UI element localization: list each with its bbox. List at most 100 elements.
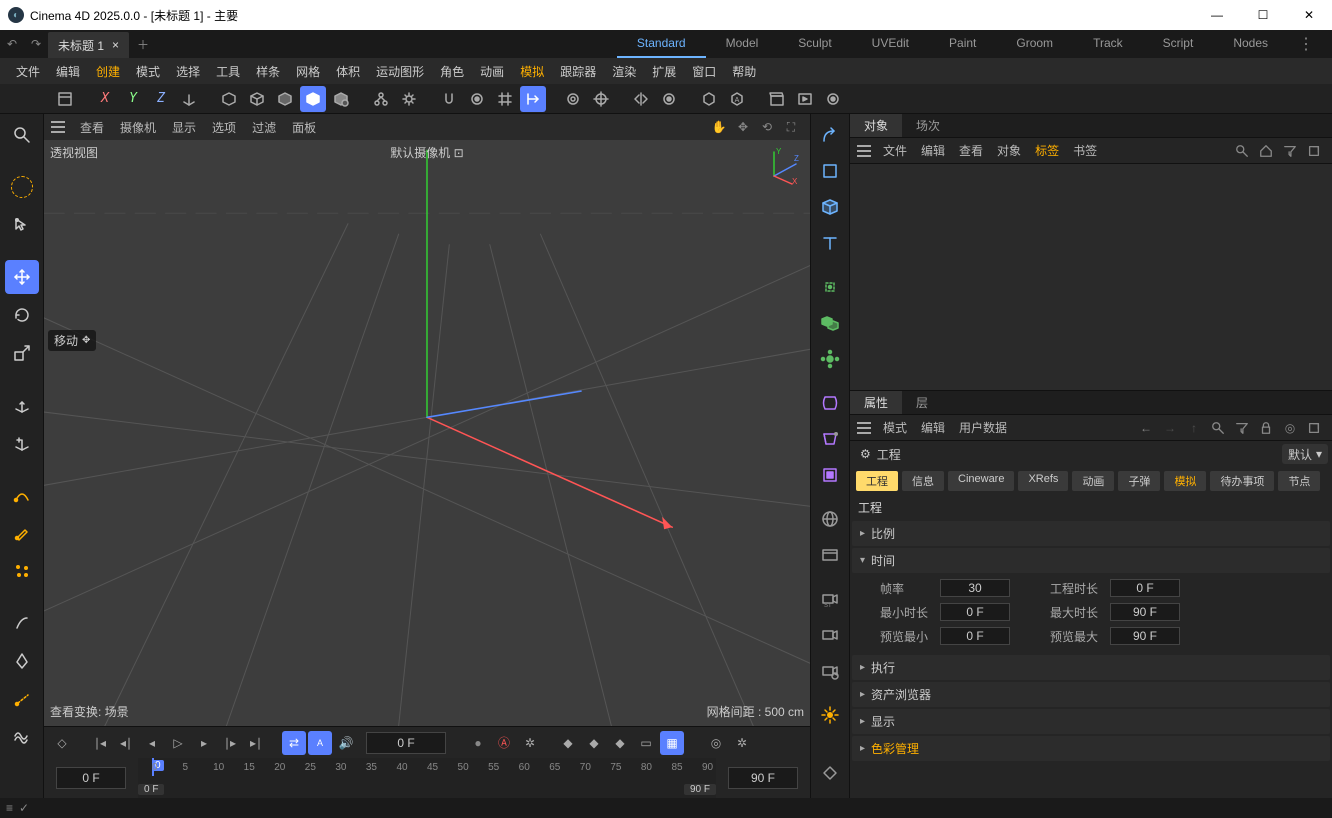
axis-z-button[interactable]: Z — [148, 86, 174, 112]
viewport-hamburger-icon[interactable] — [48, 121, 68, 133]
document-tab[interactable]: 未标题 1 × — [48, 32, 129, 58]
view-expand-icon[interactable]: ⛶ — [782, 120, 800, 135]
menu-角色[interactable]: 角色 — [432, 58, 472, 84]
select-tool[interactable] — [5, 170, 39, 204]
attr-tab-属性[interactable]: 属性 — [850, 391, 902, 414]
move-tool[interactable] — [5, 260, 39, 294]
sound-button[interactable]: 🔊 — [334, 731, 358, 755]
section-color[interactable]: ▸色彩管理 — [852, 736, 1330, 761]
menu-编辑[interactable]: 编辑 — [48, 58, 88, 84]
menu-样条[interactable]: 样条 — [248, 58, 288, 84]
cursor-settings-tool[interactable] — [5, 208, 39, 242]
obj-tb-编辑[interactable]: 编辑 — [914, 142, 952, 159]
vp-menu-查看[interactable]: 查看 — [72, 119, 112, 136]
light-palette-icon[interactable] — [814, 698, 846, 732]
vp-menu-过滤[interactable]: 过滤 — [244, 119, 284, 136]
layout-tab-track[interactable]: Track — [1073, 30, 1143, 58]
layout-tab-sculpt[interactable]: Sculpt — [778, 30, 851, 58]
attr-tb-编辑[interactable]: 编辑 — [914, 419, 952, 436]
tl-target-button[interactable]: ◎ — [704, 731, 728, 755]
key-pos-button[interactable]: ◆ — [556, 731, 580, 755]
axis-x-button[interactable]: X — [92, 86, 118, 112]
obj-tb-书签[interactable]: 书签 — [1066, 142, 1104, 159]
wave-tool[interactable] — [5, 720, 39, 754]
menu-跟踪器[interactable]: 跟踪器 — [552, 58, 604, 84]
section-browser[interactable]: ▸资产浏览器 — [852, 682, 1330, 707]
camera3-icon[interactable] — [814, 654, 846, 688]
section-time[interactable]: ▾时间 — [852, 548, 1330, 573]
autosnap-button[interactable]: A — [308, 731, 332, 755]
obj-tb-文件[interactable]: 文件 — [876, 142, 914, 159]
window-minimize-button[interactable]: ― — [1194, 0, 1240, 30]
play-icon[interactable] — [792, 86, 818, 112]
key-opt2-button[interactable]: ▦ — [660, 731, 684, 755]
camera2-icon[interactable] — [814, 618, 846, 652]
gear3-icon[interactable] — [656, 86, 682, 112]
step-back-button[interactable]: ◂ — [140, 731, 164, 755]
play-button[interactable]: ▷ — [166, 731, 190, 755]
menu-渲染[interactable]: 渲染 — [604, 58, 644, 84]
layout-tab-standard[interactable]: Standard — [617, 30, 706, 58]
grid-icon[interactable] — [492, 86, 518, 112]
gear-icon[interactable] — [396, 86, 422, 112]
attr-tag-信息[interactable]: 信息 — [902, 471, 944, 491]
world-axis-button[interactable] — [176, 86, 202, 112]
globe-palette-icon[interactable] — [814, 502, 846, 536]
layout-more-icon[interactable]: ⋮ — [1288, 34, 1324, 54]
cube-solid-icon[interactable] — [300, 86, 326, 112]
key-opt1-button[interactable]: ▭ — [634, 731, 658, 755]
hex-icon[interactable] — [696, 86, 722, 112]
pmin-field[interactable]: 0 F — [940, 627, 1010, 645]
attr-tb-用户数据[interactable]: 用户数据 — [952, 419, 1014, 436]
attr-target-icon[interactable]: ◎ — [1280, 421, 1300, 435]
go-start-button[interactable]: ∣◂ — [88, 731, 112, 755]
tl-gear-button[interactable]: ✲ — [730, 731, 754, 755]
menu-帮助[interactable]: 帮助 — [724, 58, 764, 84]
layout-tab-groom[interactable]: Groom — [996, 30, 1073, 58]
redo-button[interactable]: ↷ — [24, 30, 48, 58]
range-end-field[interactable]: 90 F — [728, 767, 798, 789]
frame-palette-icon[interactable] — [814, 538, 846, 572]
cube-wire-icon[interactable] — [244, 86, 270, 112]
deform2-palette-icon[interactable] — [814, 422, 846, 456]
key-scale-button[interactable]: ◆ — [608, 731, 632, 755]
attr-tag-XRefs[interactable]: XRefs — [1018, 471, 1068, 491]
camera-st-icon[interactable]: ST — [814, 582, 846, 616]
undo-button[interactable]: ↶ — [0, 30, 24, 58]
nib-tool[interactable] — [5, 644, 39, 678]
range-start-field[interactable]: 0 F — [56, 767, 126, 789]
obj-popout-icon[interactable] — [1304, 144, 1324, 158]
fps-field[interactable]: 30 — [940, 579, 1010, 597]
section-exec[interactable]: ▸执行 — [852, 655, 1330, 680]
current-frame-field[interactable]: 0 F — [366, 732, 446, 754]
menu-动画[interactable]: 动画 — [472, 58, 512, 84]
obj-tb-查看[interactable]: 查看 — [952, 142, 990, 159]
viewport[interactable]: 透视视图 默认摄像机 ⊡ Y Z X 移动✥ 查看变换: 场景 网格间距 : 5… — [44, 140, 810, 726]
menu-运动图形[interactable]: 运动图形 — [368, 58, 432, 84]
attr-popout-icon[interactable] — [1304, 421, 1324, 435]
line-tool[interactable] — [5, 682, 39, 716]
spline-tool[interactable] — [5, 478, 39, 512]
attr-hamburger-icon[interactable] — [854, 422, 874, 434]
layout-tab-script[interactable]: Script — [1143, 30, 1214, 58]
menu-选择[interactable]: 选择 — [168, 58, 208, 84]
autokey-a-button[interactable]: Ⓐ — [492, 731, 516, 755]
cube-palette-icon[interactable] — [814, 190, 846, 224]
target-icon[interactable] — [560, 86, 586, 112]
diamond-palette-icon[interactable] — [814, 756, 846, 790]
autokey-gear-button[interactable]: ✲ — [518, 731, 542, 755]
record-button[interactable]: ● — [466, 731, 490, 755]
nav-back-icon[interactable]: ← — [1136, 421, 1156, 435]
next-key-button[interactable]: ∣▸ — [218, 731, 242, 755]
text-palette-icon[interactable] — [814, 226, 846, 260]
gear2-icon[interactable] — [464, 86, 490, 112]
section-scale[interactable]: ▸比例 — [852, 521, 1330, 546]
obj-tab-场次[interactable]: 场次 — [902, 114, 954, 137]
menu-创建[interactable]: 创建 — [88, 58, 128, 84]
status-hamburger-icon[interactable]: ≡ — [6, 801, 13, 815]
deform-palette-icon[interactable] — [814, 386, 846, 420]
prev-key-button[interactable]: ◂∣ — [114, 731, 138, 755]
rotate-tool[interactable] — [5, 298, 39, 332]
keyframe-diamond-icon[interactable]: ◇ — [50, 731, 74, 755]
mode-dropdown[interactable]: 默认 ▾ — [1282, 444, 1328, 464]
